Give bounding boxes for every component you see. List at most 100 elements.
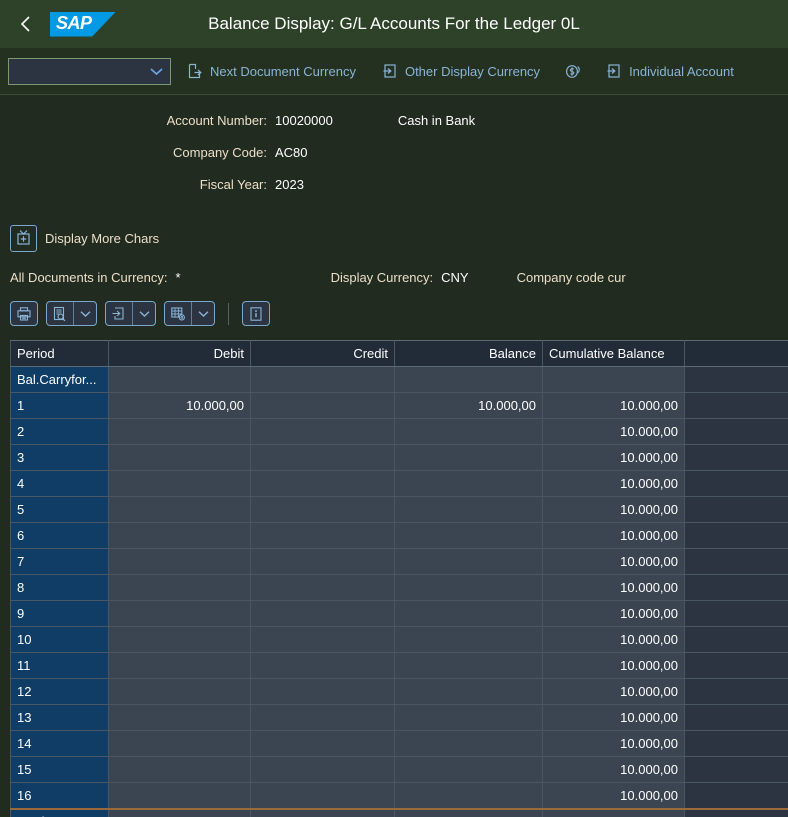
column-header-debit[interactable]: Debit [108, 340, 251, 367]
cell-credit [250, 807, 395, 817]
column-header-balance[interactable]: Balance [394, 340, 543, 367]
column-header-period[interactable]: Period [10, 340, 109, 367]
back-button[interactable] [6, 4, 46, 44]
cell-period: 11 [10, 652, 109, 679]
table-row[interactable]: 6 10.000,00 [10, 522, 788, 549]
sap-logo-text: SAP [56, 12, 92, 33]
cell-balance [394, 548, 543, 575]
table-total-row[interactable]: Total10.000,0010.000,0010.000,00 [10, 807, 788, 817]
display-more-chars-icon [15, 229, 32, 249]
table-row[interactable]: 16 10.000,00 [10, 782, 788, 809]
cell-blank [684, 782, 788, 809]
table-header: Period Debit Credit Balance Cumulative B… [10, 340, 788, 367]
cell-period: 6 [10, 522, 109, 549]
cell-blank [684, 470, 788, 497]
cell-debit [108, 756, 251, 783]
print-button[interactable] [10, 301, 38, 326]
grid-settings-button[interactable] [164, 301, 215, 326]
document-search-icon [47, 306, 73, 322]
cell-period: 15 [10, 756, 109, 783]
display-currency-value: CNY [441, 270, 469, 285]
table-row[interactable]: 10 10.000,00 [10, 626, 788, 653]
export-button[interactable] [105, 301, 156, 326]
chevron-left-icon [19, 14, 33, 34]
table-row[interactable]: 3 10.000,00 [10, 444, 788, 471]
table-row[interactable]: 14 10.000,00 [10, 730, 788, 757]
currency-button[interactable] [556, 55, 590, 87]
other-display-currency-label: Other Display Currency [404, 63, 541, 79]
table-row[interactable]: 7 10.000,00 [10, 548, 788, 575]
cell-period: Bal.Carryfor... [10, 366, 109, 393]
cell-credit [250, 444, 395, 471]
cell-credit [250, 574, 395, 601]
cell-credit [250, 600, 395, 627]
other-display-currency-button[interactable]: Other Display Currency [372, 55, 550, 87]
cell-credit [250, 782, 395, 809]
account-number-label: Account Number: [166, 113, 267, 128]
table-row[interactable]: 9 10.000,00 [10, 600, 788, 627]
cell-balance [394, 522, 543, 549]
chevron-down-icon[interactable] [192, 310, 214, 318]
next-document-currency-button[interactable]: Next Document Currency [177, 55, 366, 87]
table-row[interactable]: 2 10.000,00 [10, 418, 788, 445]
document-search-button[interactable] [46, 301, 97, 326]
all-documents-in-currency-value: * [175, 270, 181, 285]
grid-settings-icon [165, 306, 191, 322]
cell-credit [250, 548, 395, 575]
cell-balance: 10.000,00 [394, 807, 543, 817]
table-row[interactable]: Bal.Carryfor... [10, 366, 788, 393]
table-row[interactable]: 13 10.000,00 [10, 704, 788, 731]
info-button[interactable] [242, 301, 270, 326]
cell-credit [250, 470, 395, 497]
cell-period: Total [10, 807, 109, 817]
cell-credit [250, 730, 395, 757]
cell-balance [394, 470, 543, 497]
cell-credit [250, 652, 395, 679]
fiscal-year-value: 2023 [275, 177, 304, 192]
column-header-credit[interactable]: Credit [250, 340, 395, 367]
table-row[interactable]: 11 10.000,00 [10, 652, 788, 679]
display-currency-label: Display Currency: [330, 270, 434, 285]
table-row[interactable]: 1 10.000,00 10.000,00 10.000,00 [10, 392, 788, 419]
cell-period: 5 [10, 496, 109, 523]
chevron-down-icon[interactable] [74, 310, 96, 318]
column-header-blank [684, 340, 788, 367]
cell-cumulative: 10.000,00 [542, 678, 685, 705]
table-row[interactable]: 8 10.000,00 [10, 574, 788, 601]
document-individual-account-icon [606, 63, 622, 79]
form-row-fiscal-year: Fiscal Year: 2023 [0, 177, 788, 209]
cell-debit [108, 704, 251, 731]
cell-debit [108, 730, 251, 757]
table-row[interactable]: 12 10.000,00 [10, 678, 788, 705]
table-row[interactable]: 5 10.000,00 [10, 496, 788, 523]
table-row[interactable]: 4 10.000,00 [10, 470, 788, 497]
cell-credit [250, 522, 395, 549]
cell-blank [684, 418, 788, 445]
cell-period: 16 [10, 782, 109, 809]
display-more-chars-button[interactable] [10, 225, 37, 252]
individual-account-button[interactable]: Individual Account [596, 55, 744, 87]
sap-logo[interactable]: SAP [50, 11, 116, 37]
view-select[interactable] [8, 57, 171, 85]
cell-period: 13 [10, 704, 109, 731]
currency-info-line: All Documents in Currency: * Display Cur… [0, 270, 788, 285]
account-info-form: Account Number: 10020000 Cash in Bank Co… [0, 95, 788, 209]
cell-cumulative: 10.000,00 [542, 807, 685, 817]
cell-debit [108, 782, 251, 809]
cell-cumulative: 10.000,00 [542, 756, 685, 783]
cell-debit [108, 678, 251, 705]
cell-cumulative [542, 366, 685, 393]
cell-cumulative: 10.000,00 [542, 730, 685, 757]
cell-balance [394, 418, 543, 445]
shell-bar: SAP Balance Display: G/L Accounts For th… [0, 0, 788, 48]
chevron-down-icon[interactable] [133, 310, 155, 318]
display-more-chars-row[interactable]: Display More Chars [0, 225, 788, 252]
column-header-cumulative[interactable]: Cumulative Balance [542, 340, 685, 367]
cell-blank [684, 730, 788, 757]
cell-credit [250, 366, 395, 393]
cell-balance [394, 678, 543, 705]
table-row[interactable]: 15 10.000,00 [10, 756, 788, 783]
cell-cumulative: 10.000,00 [542, 782, 685, 809]
cell-blank [684, 496, 788, 523]
cell-cumulative: 10.000,00 [542, 496, 685, 523]
